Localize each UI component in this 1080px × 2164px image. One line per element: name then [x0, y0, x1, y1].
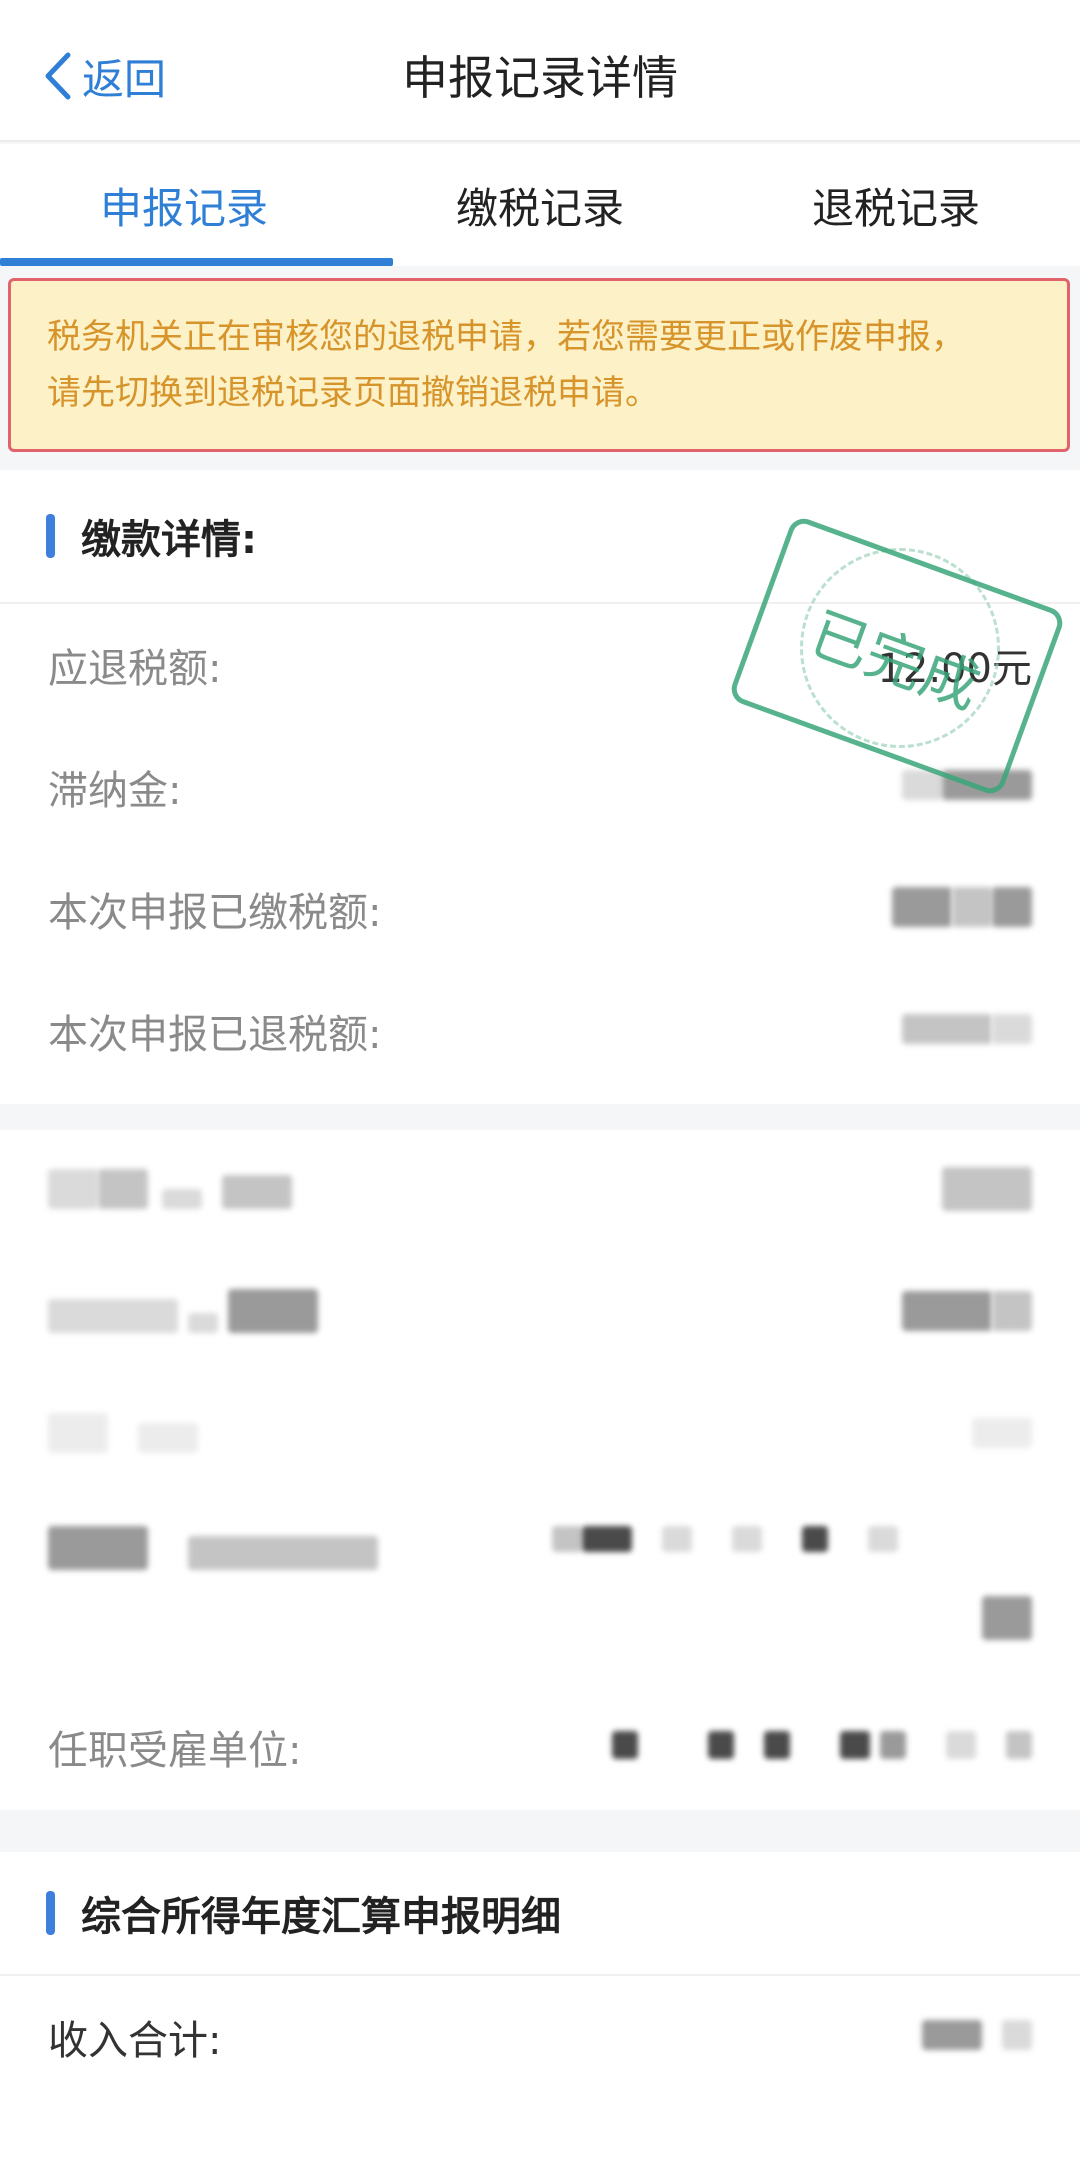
notice-line-2: 请先切换到退税记录页面撤销退税申请。 [47, 373, 659, 413]
page-title: 申报记录详情 [402, 51, 678, 105]
info-row-4-value-redacted [552, 1526, 1032, 1644]
declarant-info-card: 任职受雇单位: [0, 1130, 1080, 1810]
refunded-tax-label: 本次申报已退税额: [48, 1012, 382, 1058]
tab-tax-refund-records[interactable]: 退税记录 [687, 144, 1080, 266]
notice-line-1: 税务机关正在审核您的退税申请，若您需要更正或作废申报， [47, 317, 965, 357]
tab-declaration-records[interactable]: 申报记录 [0, 144, 394, 266]
info-row-2-label-redacted [48, 1289, 318, 1337]
tab-tax-payment-records[interactable]: 缴税记录 [393, 144, 686, 266]
refunded-tax-row: 本次申报已退税额: [0, 970, 1080, 1092]
payment-details-title: 缴款详情: [81, 517, 257, 563]
total-income-label: 收入合计: [48, 2018, 222, 2064]
nav-bar: 返回 申报记录详情 [0, 0, 1080, 142]
employer-value-redacted [612, 1731, 1032, 1763]
info-row-1-value-redacted [942, 1167, 1032, 1215]
refund-review-notice: 税务机关正在审核您的退税申请，若您需要更正或作废申报， 请先切换到退税记录页面撤… [8, 278, 1070, 452]
employer-row: 任职受雇单位: [0, 1686, 1080, 1808]
page: 返回 申报记录详情 申报记录 缴税记录 退税记录 税务机关正在审核您的退税申请，… [0, 0, 1080, 2164]
paid-tax-label: 本次申报已缴税额: [48, 890, 382, 936]
info-row-2 [0, 1252, 1080, 1374]
section-marker [46, 514, 55, 558]
total-income-value-redacted [922, 2020, 1032, 2054]
section-marker [46, 1891, 55, 1935]
tab-bar: 申报记录 缴税记录 退税记录 [0, 144, 1080, 266]
annual-settlement-card: 综合所得年度汇算申报明细 收入合计: [0, 1852, 1080, 2164]
paid-tax-value-redacted [892, 887, 1032, 931]
employer-label: 任职受雇单位: [48, 1728, 302, 1774]
refunded-tax-value-redacted [902, 1014, 1032, 1048]
info-row-2-value-redacted [902, 1291, 1032, 1335]
annual-settlement-title: 综合所得年度汇算申报明细 [81, 1894, 561, 1940]
info-row-3-value-redacted [972, 1418, 1032, 1452]
total-income-row: 收入合计: [0, 1976, 1080, 2098]
late-fee-label: 滞纳金: [48, 768, 182, 814]
info-row-1-label-redacted [48, 1169, 292, 1213]
info-row-1 [0, 1130, 1080, 1252]
info-row-3 [0, 1374, 1080, 1496]
info-row-4 [0, 1496, 1080, 1686]
info-row-4-label-redacted [48, 1526, 378, 1574]
refund-amount-label: 应退税额: [48, 646, 222, 692]
info-row-3-label-redacted [48, 1413, 198, 1457]
annual-settlement-header: 综合所得年度汇算申报明细 [0, 1852, 1080, 1976]
paid-tax-row: 本次申报已缴税额: [0, 848, 1080, 970]
